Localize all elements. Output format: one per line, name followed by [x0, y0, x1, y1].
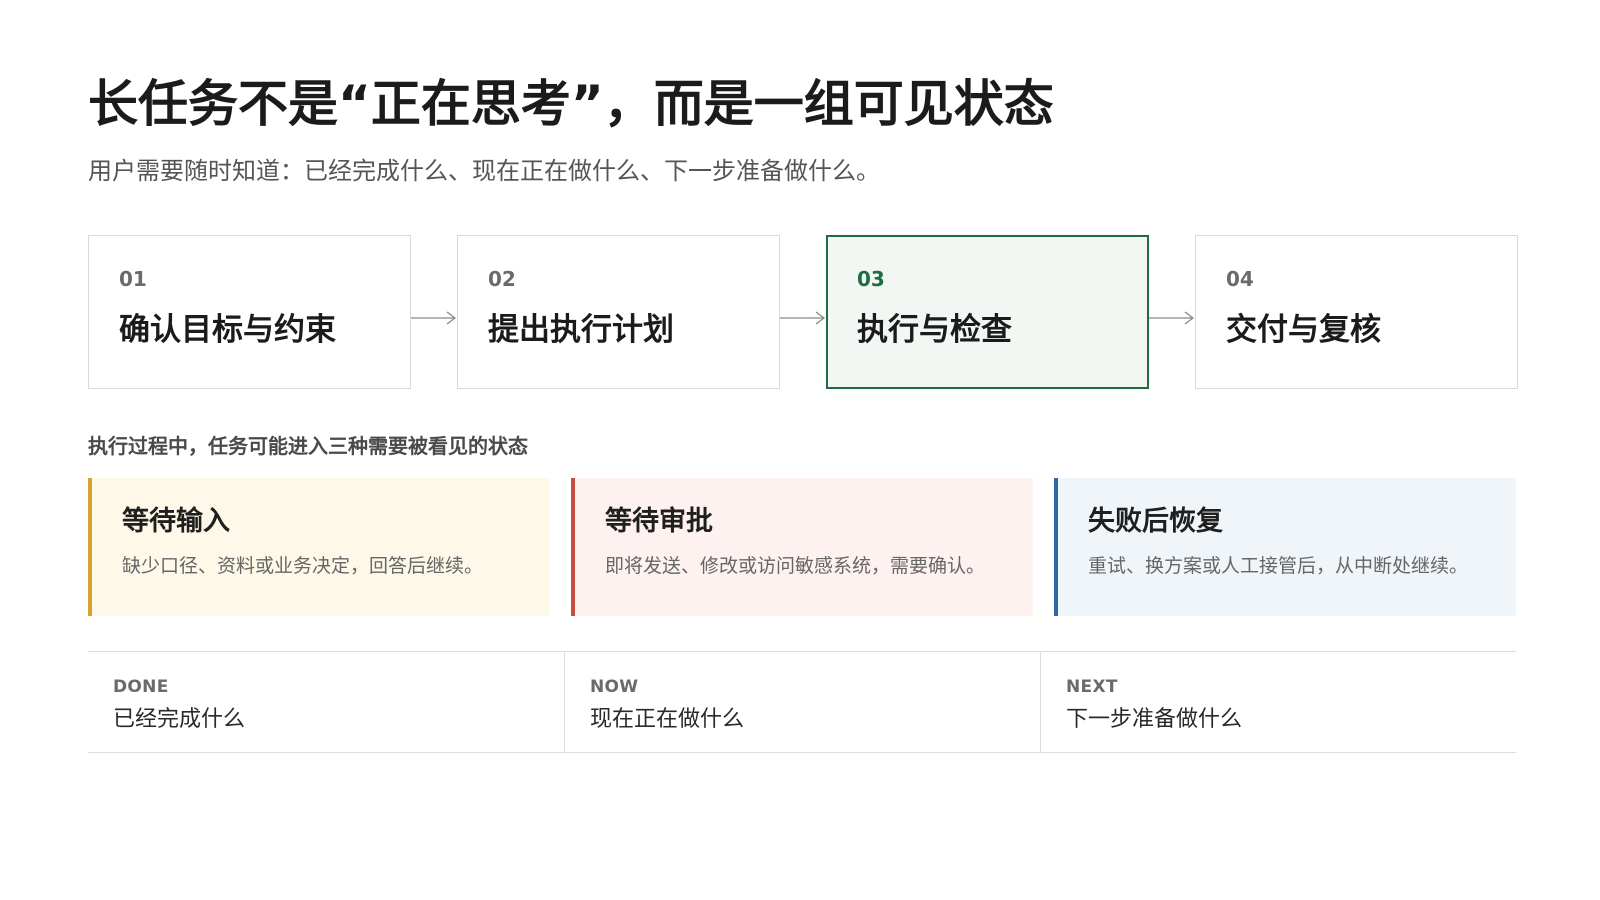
- step-label: 确认目标与约束: [119, 312, 336, 348]
- right-arrow-icon: [1149, 311, 1195, 325]
- status-done: DONE 已经完成什么: [88, 652, 564, 752]
- state-card-description: 重试、换方案或人工接管后，从中断处继续。: [1088, 555, 1469, 577]
- state-card-title: 失败后恢复: [1088, 506, 1223, 537]
- status-key: NEXT: [1066, 677, 1118, 697]
- workflow-steps: 01 确认目标与约束 02 提出执行计划 03 执行与检查 04 交付与复核: [88, 235, 1518, 389]
- right-arrow-icon: [411, 311, 457, 325]
- state-card-waiting-input: 等待输入 缺少口径、资料或业务决定，回答后继续。: [88, 478, 550, 616]
- status-value: 现在正在做什么: [590, 707, 745, 732]
- state-cards: 等待输入 缺少口径、资料或业务决定，回答后继续。 等待审批 即将发送、修改或访问…: [88, 478, 1516, 616]
- slide-page: 长任务不是“正在思考”，而是一组可见状态 用户需要随时知道：已经完成什么、现在正…: [0, 0, 1600, 900]
- step-label: 执行与检查: [857, 312, 1012, 348]
- state-card-title: 等待输入: [122, 506, 230, 537]
- status-value: 已经完成什么: [113, 707, 246, 732]
- state-card-description: 即将发送、修改或访问敏感系统，需要确认。: [605, 555, 986, 577]
- step-card-plan: 02 提出执行计划: [457, 235, 780, 389]
- state-card-title: 等待审批: [605, 506, 713, 537]
- step-card-execute-check-active: 03 执行与检查: [826, 235, 1149, 389]
- state-card-description: 缺少口径、资料或业务决定，回答后继续。: [122, 555, 484, 577]
- page-subtitle: 用户需要随时知道：已经完成什么、现在正在做什么、下一步准备做什么。: [88, 157, 880, 185]
- step-label: 提出执行计划: [488, 312, 674, 348]
- step-number: 04: [1226, 267, 1254, 291]
- right-arrow-icon: [780, 311, 826, 325]
- step-number: 01: [119, 267, 147, 291]
- step-number: 03: [857, 267, 885, 291]
- step-number: 02: [488, 267, 516, 291]
- step-card-confirm-goal: 01 确认目标与约束: [88, 235, 411, 389]
- status-next: NEXT 下一步准备做什么: [1040, 652, 1516, 752]
- step-card-deliver-review: 04 交付与复核: [1195, 235, 1518, 389]
- states-section-label: 执行过程中，任务可能进入三种需要被看见的状态: [88, 434, 528, 458]
- status-strip: DONE 已经完成什么 NOW 现在正在做什么 NEXT 下一步准备做什么: [88, 651, 1516, 753]
- status-key: DONE: [113, 677, 169, 697]
- state-card-recovery: 失败后恢复 重试、换方案或人工接管后，从中断处继续。: [1054, 478, 1516, 616]
- status-value: 下一步准备做什么: [1066, 707, 1243, 732]
- status-key: NOW: [590, 677, 639, 697]
- state-card-waiting-approval: 等待审批 即将发送、修改或访问敏感系统，需要确认。: [571, 478, 1033, 616]
- page-title: 长任务不是“正在思考”，而是一组可见状态: [88, 75, 1054, 133]
- status-now: NOW 现在正在做什么: [564, 652, 1040, 752]
- step-label: 交付与复核: [1226, 312, 1381, 348]
